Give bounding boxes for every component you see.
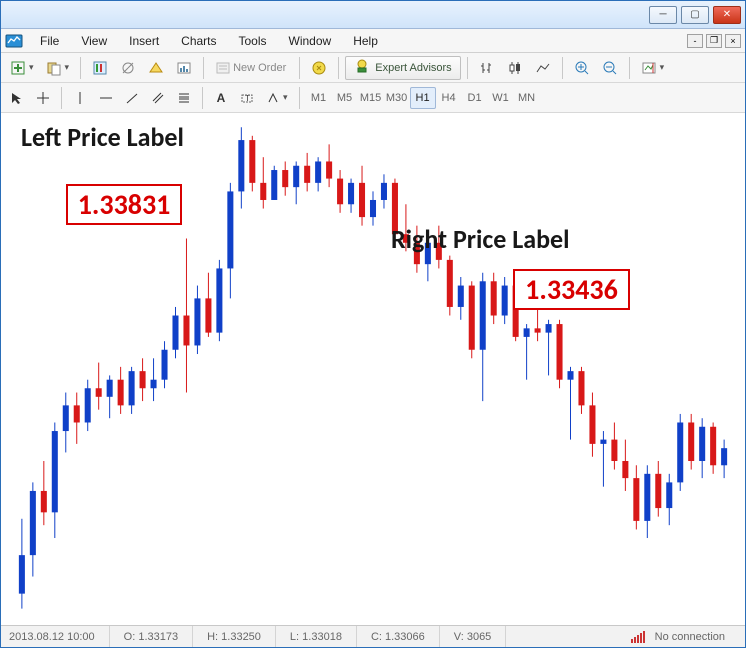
- right-price-label-box[interactable]: 1.33436: [513, 269, 630, 310]
- menu-view[interactable]: View: [70, 31, 118, 51]
- status-vol: V: 3065: [440, 626, 507, 647]
- expert-advisors-label: Expert Advisors: [375, 62, 451, 74]
- connection-icon: [631, 631, 649, 643]
- terminal-button[interactable]: [143, 56, 169, 80]
- menu-help[interactable]: Help: [342, 31, 389, 51]
- window-minimize-button[interactable]: ─: [649, 6, 677, 24]
- timeframe-mn[interactable]: MN: [514, 87, 540, 109]
- menu-charts[interactable]: Charts: [170, 31, 227, 51]
- status-low: L: 1.33018: [276, 626, 357, 647]
- chart-candles-button[interactable]: [502, 56, 528, 80]
- strategy-tester-button[interactable]: [171, 56, 197, 80]
- fibonacci-button[interactable]: [172, 86, 196, 110]
- right-price-value: 1.33436: [525, 272, 618, 307]
- toolbar-drawing: A T M1M5M15M30H1H4D1W1MN: [1, 83, 745, 113]
- timeframe-h4[interactable]: H4: [436, 87, 462, 109]
- menubar: File View Insert Charts Tools Window Hel…: [1, 29, 745, 53]
- timeframe-h1[interactable]: H1: [410, 87, 436, 109]
- menu-window[interactable]: Window: [278, 31, 343, 51]
- cursor-button[interactable]: [5, 86, 29, 110]
- timeframe-m5[interactable]: M5: [332, 87, 358, 109]
- timeframe-w1[interactable]: W1: [488, 87, 514, 109]
- status-open: O: 1.33173: [110, 626, 193, 647]
- auto-scroll-button[interactable]: [636, 56, 670, 80]
- new-order-label: New Order: [231, 62, 288, 74]
- timeframe-d1[interactable]: D1: [462, 87, 488, 109]
- arrows-button[interactable]: [261, 86, 293, 110]
- window-close-button[interactable]: ✕: [713, 6, 741, 24]
- status-datetime: 2013.08.12 10:00: [7, 626, 110, 647]
- metaeditor-button[interactable]: [306, 56, 332, 80]
- horizontal-line-button[interactable]: [94, 86, 118, 110]
- menu-file[interactable]: File: [29, 31, 70, 51]
- chart-bars-button[interactable]: [474, 56, 500, 80]
- timeframe-m15[interactable]: M15: [358, 87, 384, 109]
- titlebar: ─ ▢ ✕: [1, 1, 745, 29]
- left-price-label-box[interactable]: 1.33831: [66, 184, 183, 225]
- vertical-line-button[interactable]: [68, 86, 92, 110]
- expert-advisors-icon: [354, 58, 370, 77]
- app-icon: [5, 32, 23, 50]
- svg-text:T: T: [245, 94, 250, 103]
- market-watch-button[interactable]: [87, 56, 113, 80]
- text-label-button[interactable]: T: [235, 86, 259, 110]
- chart-line-button[interactable]: [530, 56, 556, 80]
- right-price-label-text: Right Price Label: [391, 223, 570, 255]
- zoom-in-button[interactable]: [569, 56, 595, 80]
- toolbar-main: New Order Expert Advisors: [1, 53, 745, 83]
- expert-advisors-button[interactable]: Expert Advisors: [345, 56, 460, 80]
- equidistant-channel-button[interactable]: [146, 86, 170, 110]
- mdi-minimize-button[interactable]: -: [687, 34, 703, 48]
- app-window: ─ ▢ ✕ File View Insert Charts Tools Wind…: [0, 0, 746, 648]
- navigator-button[interactable]: [115, 56, 141, 80]
- left-price-label-text: Left Price Label: [21, 121, 184, 153]
- window-maximize-button[interactable]: ▢: [681, 6, 709, 24]
- statusbar: 2013.08.12 10:00 O: 1.33173 H: 1.33250 L…: [1, 625, 745, 647]
- left-price-value: 1.33831: [78, 187, 171, 222]
- status-connection: No connection: [617, 626, 739, 647]
- text-button[interactable]: A: [209, 86, 233, 110]
- menu-tools[interactable]: Tools: [228, 31, 278, 51]
- menu-insert[interactable]: Insert: [118, 31, 170, 51]
- new-chart-button[interactable]: [5, 56, 39, 80]
- status-close: C: 1.33066: [357, 626, 440, 647]
- mdi-close-button[interactable]: ×: [725, 34, 741, 48]
- trendline-button[interactable]: [120, 86, 144, 110]
- chart-area[interactable]: Left Price Label Right Price Label 1.338…: [1, 113, 745, 625]
- crosshair-button[interactable]: [31, 86, 55, 110]
- profiles-button[interactable]: [41, 56, 75, 80]
- status-high: H: 1.33250: [193, 626, 276, 647]
- mdi-restore-button[interactable]: ❐: [706, 34, 722, 48]
- new-order-button[interactable]: New Order: [210, 56, 293, 80]
- timeframe-m1[interactable]: M1: [306, 87, 332, 109]
- zoom-out-button[interactable]: [597, 56, 623, 80]
- timeframe-m30[interactable]: M30: [384, 87, 410, 109]
